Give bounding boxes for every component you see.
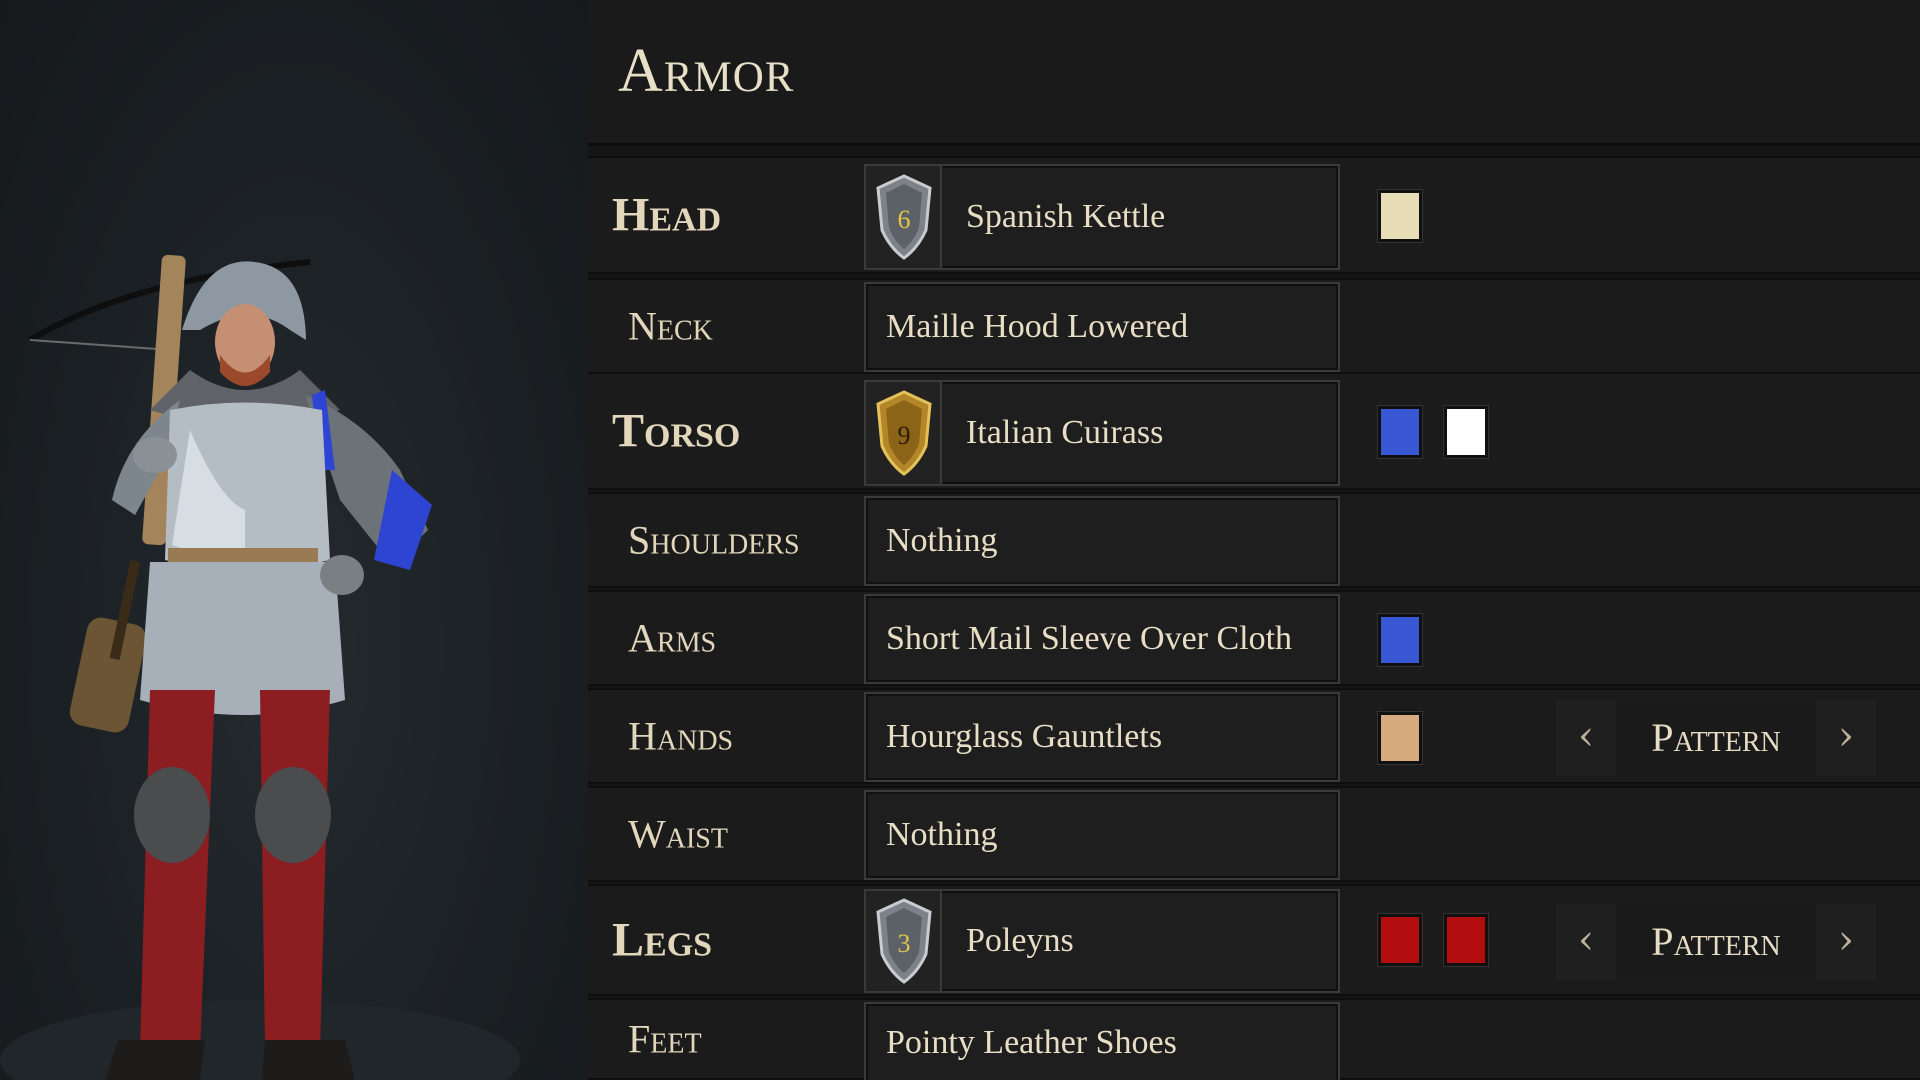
color-swatch-arms-1[interactable] <box>1378 614 1422 666</box>
pattern-label-legs: Pattern <box>1651 919 1781 964</box>
slot-row-waist: Waist Nothing <box>588 786 1920 882</box>
slot-label-arms: Arms <box>628 615 717 661</box>
item-select-legs[interactable]: 3 Poleyns <box>864 889 1340 993</box>
chevron-right-icon[interactable]: › <box>1816 904 1876 980</box>
chevron-left-icon[interactable]: ‹ <box>1556 904 1616 980</box>
item-name-torso: Italian Cuirass <box>966 414 1164 451</box>
slot-label-torso: Torso <box>612 404 741 458</box>
item-rating-legs: 3 <box>898 929 911 958</box>
pattern-selector-legs: ‹ Pattern › <box>1556 904 1876 980</box>
slot-row-arms: Arms Short Mail Sleeve Over Cloth <box>588 590 1920 686</box>
slot-row-neck: Neck Maille Hood Lowered <box>588 278 1920 374</box>
chevron-right-icon[interactable]: › <box>1816 700 1876 776</box>
slot-label-hands: Hands <box>628 713 734 759</box>
slot-row-head: Head 6 Spanish Kettle <box>588 156 1920 274</box>
color-swatch-torso-2[interactable] <box>1444 406 1488 458</box>
item-name-head: Spanish Kettle <box>966 198 1166 235</box>
item-icon-torso: 9 <box>866 382 942 484</box>
item-name-feet: Pointy Leather Shoes <box>886 1024 1177 1061</box>
armor-panel: Armor Head 6 Spanish Kettle Neck Maille … <box>588 0 1920 1080</box>
item-select-torso[interactable]: 9 Italian Cuirass <box>864 380 1340 486</box>
character-model <box>0 254 520 1080</box>
item-name-arms: Short Mail Sleeve Over Cloth <box>886 620 1293 657</box>
character-preview[interactable] <box>0 0 588 1080</box>
slot-row-shoulders: Shoulders Nothing <box>588 492 1920 588</box>
color-swatch-head-1[interactable] <box>1378 190 1422 242</box>
item-select-feet[interactable]: Pointy Leather Shoes <box>864 1002 1340 1080</box>
item-name-shoulders: Nothing <box>886 522 998 559</box>
item-select-waist[interactable]: Nothing <box>864 790 1340 880</box>
item-select-shoulders[interactable]: Nothing <box>864 496 1340 586</box>
pattern-selector-hands: ‹ Pattern › <box>1556 700 1876 776</box>
pattern-label-hands: Pattern <box>1651 715 1781 760</box>
slot-row-hands: Hands Hourglass Gauntlets ‹ Pattern › <box>588 688 1920 784</box>
slot-row-legs: Legs 3 Poleyns ‹ Pattern › <box>588 884 1920 996</box>
item-select-neck[interactable]: Maille Hood Lowered <box>864 282 1340 372</box>
item-name-hands: Hourglass Gauntlets <box>886 718 1163 755</box>
item-name-waist: Nothing <box>886 816 998 853</box>
item-name-neck: Maille Hood Lowered <box>886 308 1189 345</box>
shield-rating-icon: 3 <box>876 898 932 984</box>
slot-label-head: Head <box>612 188 722 242</box>
slot-label-shoulders: Shoulders <box>628 517 800 563</box>
item-name-legs: Poleyns <box>966 922 1074 959</box>
color-swatch-torso-1[interactable] <box>1378 406 1422 458</box>
slot-label-legs: Legs <box>612 913 713 967</box>
slot-label-waist: Waist <box>628 811 728 857</box>
color-swatch-legs-1[interactable] <box>1378 914 1422 966</box>
item-icon-legs: 3 <box>866 891 942 991</box>
item-icon-head: 6 <box>866 166 942 268</box>
item-select-head[interactable]: 6 Spanish Kettle <box>864 164 1340 270</box>
item-select-hands[interactable]: Hourglass Gauntlets <box>864 692 1340 782</box>
slot-row-torso: Torso 9 Italian Cuirass <box>588 372 1920 490</box>
slot-label-feet: Feet <box>628 1016 702 1062</box>
item-select-arms[interactable]: Short Mail Sleeve Over Cloth <box>864 594 1340 684</box>
panel-title: Armor <box>618 37 795 105</box>
item-rating-head: 6 <box>898 205 911 234</box>
color-swatch-legs-2[interactable] <box>1444 914 1488 966</box>
shield-rating-icon: 6 <box>876 174 932 260</box>
shield-rating-icon: 9 <box>876 390 932 476</box>
item-rating-torso: 9 <box>898 421 911 450</box>
chevron-left-icon[interactable]: ‹ <box>1556 700 1616 776</box>
slot-row-feet: Feet Pointy Leather Shoes <box>588 998 1920 1080</box>
color-swatch-hands-1[interactable] <box>1378 712 1422 764</box>
panel-header: Armor <box>588 0 1920 146</box>
slot-label-neck: Neck <box>628 303 713 349</box>
